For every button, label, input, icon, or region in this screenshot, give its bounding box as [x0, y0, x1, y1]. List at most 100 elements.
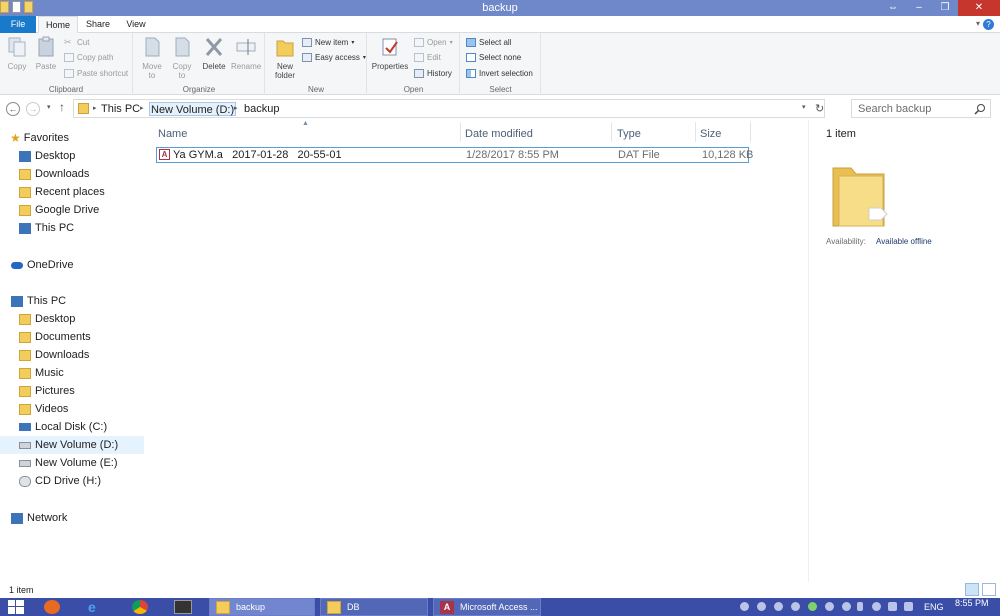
up-button[interactable]: ↑ — [59, 100, 65, 114]
column-divider[interactable] — [460, 122, 461, 142]
nav-fav-google-drive[interactable]: Google Drive — [19, 201, 99, 219]
nav-fav-recent-places[interactable]: Recent places — [19, 183, 105, 201]
nav-fav-desktop[interactable]: Desktop — [19, 147, 75, 165]
taskbar-task-backup[interactable]: backup — [209, 598, 315, 616]
internet-explorer-icon[interactable]: e — [88, 599, 96, 615]
nav-network[interactable]: Network — [11, 509, 67, 527]
column-header-type[interactable]: Type — [617, 126, 641, 142]
chevron-right-icon[interactable]: ▸ — [93, 102, 97, 116]
history-button[interactable]: History — [414, 69, 452, 78]
breadcrumb-new-volume-d[interactable]: New Volume (D:) — [149, 102, 237, 116]
column-divider[interactable] — [695, 122, 696, 142]
new-folder-button[interactable]: New folder — [271, 36, 299, 80]
clock[interactable]: 8:55 PM — [955, 594, 989, 612]
nav-pc-videos[interactable]: Videos — [19, 400, 68, 418]
tab-share[interactable]: Share — [82, 16, 114, 33]
breadcrumb-backup[interactable]: backup — [244, 102, 279, 116]
nav-pc-pictures[interactable]: Pictures — [19, 382, 75, 400]
invert-selection-button[interactable]: Invert selection — [466, 69, 533, 78]
column-divider[interactable] — [611, 122, 612, 142]
tray-icon[interactable] — [774, 602, 783, 611]
taskbar-task-db[interactable]: DB — [320, 598, 428, 616]
copy-path-button[interactable]: Copy path — [64, 53, 113, 62]
firefox-icon[interactable] — [44, 600, 60, 614]
column-header-name[interactable]: Name — [158, 126, 187, 142]
column-header-date[interactable]: Date modified — [465, 126, 533, 142]
search-input[interactable]: Search backup — [851, 99, 991, 118]
table-row[interactable]: A Ya GYM.a 2017-01-28 20-55-01 1/28/2017… — [156, 147, 753, 163]
language-indicator[interactable]: ENG — [924, 598, 944, 616]
tray-icon[interactable] — [757, 602, 766, 611]
paste-shortcut-button[interactable]: Paste shortcut — [64, 69, 128, 78]
select-all-button[interactable]: Select all — [466, 38, 511, 47]
nav-pc-new-volume-e[interactable]: New Volume (E:) — [19, 454, 118, 472]
nav-pc-desktop[interactable]: Desktop — [19, 310, 75, 328]
open-button[interactable]: Open ▾ — [414, 38, 453, 47]
media-app-icon[interactable] — [174, 600, 192, 614]
chevron-right-icon[interactable]: ▸ — [140, 102, 144, 116]
nav-pc-downloads[interactable]: Downloads — [19, 346, 89, 364]
edit-button[interactable]: Edit — [414, 53, 441, 62]
rename-button[interactable]: Rename — [231, 36, 261, 71]
nav-label: Downloads — [35, 168, 90, 180]
nav-pc-local-disk-c[interactable]: Local Disk (C:) — [19, 418, 107, 436]
collapse-ribbon-icon[interactable]: ▾ — [976, 19, 980, 28]
paste-button[interactable]: Paste — [33, 36, 59, 71]
address-box[interactable]: ▸ This PC ▸ New Volume (D:) ▸ backup — [73, 99, 825, 118]
cut-button[interactable]: ✂ Cut — [64, 38, 89, 48]
help-icon[interactable]: ? — [983, 19, 994, 30]
ribbon: Copy Paste ✂ Cut Copy path Paste shortcut… — [0, 33, 1000, 95]
tray-icon[interactable] — [842, 602, 851, 611]
nav-this-pc[interactable]: This PC — [11, 292, 66, 310]
easy-access-button[interactable]: Easy access ▾ — [302, 53, 366, 62]
minimize-button[interactable]: – — [906, 0, 932, 16]
copy-to-button[interactable]: Copy to — [168, 36, 196, 80]
back-button[interactable]: ← — [6, 102, 20, 116]
resize-icon[interactable]: ⇔ — [880, 0, 906, 16]
chevron-right-icon[interactable]: ▸ — [234, 102, 238, 116]
chrome-icon[interactable] — [132, 600, 148, 614]
nav-favorites[interactable]: ★ Favorites — [10, 129, 69, 147]
task-label: backup — [236, 602, 266, 612]
recent-locations-icon[interactable]: ▾ — [47, 103, 51, 111]
properties-button[interactable]: Properties — [371, 36, 409, 71]
sort-arrow-icon: ▲ — [302, 120, 309, 127]
select-none-label: Select none — [479, 53, 522, 62]
new-item-button[interactable]: New item ▾ — [302, 38, 354, 47]
bluetooth-icon[interactable] — [857, 602, 863, 611]
tray-icon[interactable] — [740, 602, 749, 611]
move-to-button[interactable]: Move to — [138, 36, 166, 80]
copy-button[interactable]: Copy — [4, 36, 30, 71]
tray-icon[interactable] — [825, 602, 834, 611]
column-header-size[interactable]: Size — [700, 126, 721, 142]
tray-icon[interactable] — [791, 602, 800, 611]
nav-fav-this-pc[interactable]: This PC — [19, 219, 74, 237]
forward-button[interactable]: → — [26, 102, 40, 116]
delete-button[interactable]: Delete — [200, 36, 228, 71]
nav-fav-downloads[interactable]: Downloads — [19, 165, 89, 183]
network-status-icon[interactable] — [888, 602, 897, 611]
close-button[interactable]: ✕ — [958, 0, 1000, 16]
volume-icon[interactable] — [904, 602, 913, 611]
tab-home[interactable]: Home — [38, 16, 78, 33]
maximize-button[interactable]: ❐ — [932, 0, 958, 16]
tab-file[interactable]: File — [0, 16, 36, 33]
nav-onedrive[interactable]: OneDrive — [11, 256, 73, 274]
select-all-label: Select all — [479, 38, 512, 47]
nav-pc-new-volume-d[interactable]: New Volume (D:) — [0, 436, 144, 454]
tab-view[interactable]: View — [118, 16, 154, 33]
windows-start-icon[interactable] — [8, 600, 24, 614]
column-divider[interactable] — [750, 122, 751, 142]
new-folder-icon — [276, 40, 294, 57]
nav-pc-music[interactable]: Music — [19, 364, 64, 382]
tray-icon[interactable] — [872, 602, 881, 611]
breadcrumb-this-pc[interactable]: This PC — [101, 102, 140, 116]
tray-icon[interactable] — [808, 602, 817, 611]
taskbar-task-access[interactable]: A Microsoft Access ... — [433, 598, 541, 616]
select-none-button[interactable]: Select none — [466, 53, 521, 62]
nav-pc-cd-drive-h[interactable]: CD Drive (H:) — [19, 472, 101, 490]
nav-label: Downloads — [35, 349, 90, 361]
address-dropdown-icon[interactable]: ▾ — [802, 103, 806, 111]
nav-pc-documents[interactable]: Documents — [19, 328, 91, 346]
refresh-icon[interactable]: ↻ — [815, 102, 824, 115]
